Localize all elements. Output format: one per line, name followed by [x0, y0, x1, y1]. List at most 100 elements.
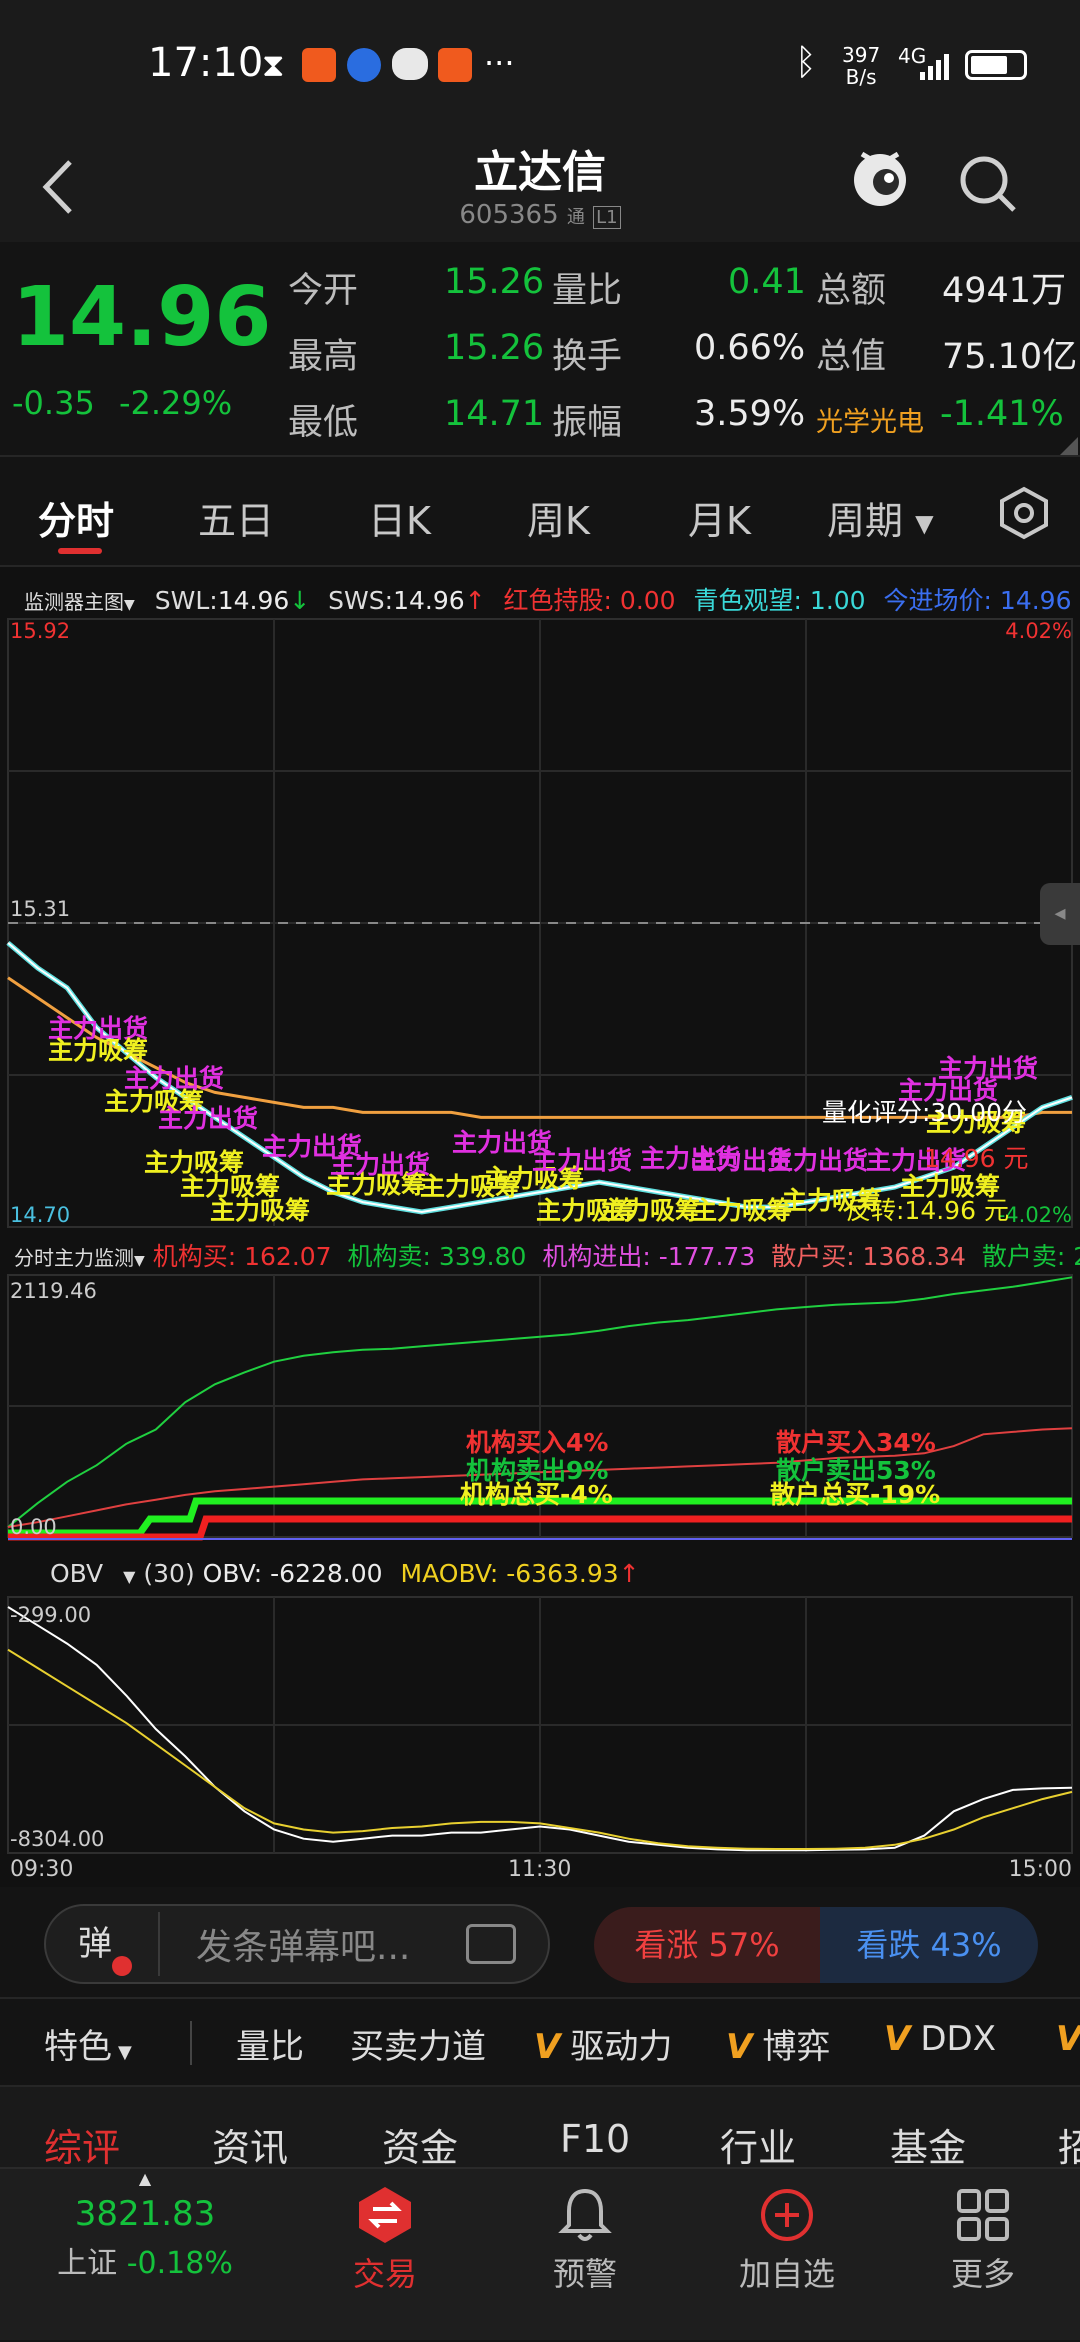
open-value: 15.26 [444, 262, 545, 302]
turnover-label: 换手 [552, 337, 623, 377]
maobv-value: MAOBV: -6363.93 [400, 1559, 619, 1588]
feature-driving-force[interactable]: V 驱动力 [534, 2019, 672, 2068]
vip-v-icon: V [534, 2027, 561, 2067]
index-name: 上证 [57, 2246, 118, 2281]
content-tab-review[interactable]: 综评 [44, 2117, 120, 2172]
quote-row-3: 最低 14.71 振幅 3.59% 光学光电 -1.41% [288, 394, 1078, 450]
caret-icon[interactable]: ▼ [123, 1567, 135, 1586]
stock-code: 605365 [459, 200, 559, 230]
bear-button[interactable]: 看跌 43% [820, 1907, 1038, 1983]
feature-divider [190, 2021, 192, 2065]
search-icon[interactable] [956, 148, 1020, 218]
change-value: -0.35 [12, 384, 95, 422]
tab-period[interactable]: 周期 ▼ [827, 490, 934, 545]
crosshair-handle[interactable]: ◂ [1040, 883, 1080, 945]
nav-trade[interactable]: 交易 [320, 2179, 450, 2295]
status-bar: 17:10 ⧗ ··· ᛒ 397 B/s 4G [0, 0, 1080, 130]
amount-label: 总额 [816, 271, 887, 311]
bulb-notification-icon [347, 48, 381, 82]
tab-daily-k[interactable]: 日K [368, 490, 431, 545]
index-value: 3821.83 [74, 2194, 216, 2234]
special-dropdown[interactable]: 特色 ▼ [44, 2019, 132, 2068]
danmu-settings-icon[interactable] [466, 1924, 516, 1964]
ddx-label: DDX [920, 2019, 996, 2059]
retail-sell: 散户卖: 2 [981, 1242, 1080, 1271]
top-price-label: 15.92 [10, 619, 71, 643]
content-tab-funds[interactable]: 资金 [382, 2117, 458, 2172]
signal-icon [918, 48, 956, 82]
fund-monitor-name[interactable]: 分时主力监测 [14, 1246, 134, 1270]
sector-change[interactable]: -1.41% [940, 394, 1064, 434]
settings-hex-icon[interactable] [996, 485, 1052, 541]
active-tab-indicator [58, 548, 102, 554]
caret-icon[interactable]: ▼ [134, 1253, 145, 1269]
feature-buy-sell-power[interactable]: 买卖力道 [350, 2019, 486, 2068]
content-tab-fund[interactable]: 基金 [890, 2117, 966, 2172]
index-change: -0.18% [126, 2246, 233, 2281]
sector-label[interactable]: 光学光电 [816, 400, 924, 439]
retail-buy: 散户买: 1368.34 [771, 1242, 966, 1271]
nav-add-watch[interactable]: 加自选 [712, 2179, 862, 2295]
game-label: 博弈 [762, 2027, 831, 2067]
mascot-icon[interactable] [848, 142, 912, 212]
tab-five-day[interactable]: 五日 [198, 490, 274, 545]
obv-period: (30) [143, 1559, 195, 1588]
danmu-toggle-icon[interactable]: 弹 [52, 1912, 160, 1976]
bluetooth-icon: ᛒ [795, 42, 817, 83]
inst-sell: 机构卖: 339.80 [347, 1242, 527, 1271]
nav-more[interactable]: 更多 [918, 2179, 1048, 2295]
wechat-icon [392, 48, 428, 80]
special-label: 特色 [44, 2027, 112, 2067]
obv-top-label: -299.00 [10, 1603, 92, 1627]
top-pct-label: 4.02% [1005, 619, 1072, 643]
feature-ddx[interactable]: V DDX [884, 2019, 996, 2059]
grid-icon [957, 2189, 1009, 2241]
nav-trade-label: 交易 [352, 2255, 417, 2293]
high-value: 15.26 [444, 328, 545, 368]
content-tab-more[interactable]: 招 [1058, 2117, 1080, 2172]
danmu-input-box[interactable]: 弹 发条弹幕吧... [44, 1904, 550, 1984]
inst-total: 机构总买-4% [460, 1480, 613, 1509]
feature-volume-ratio[interactable]: 量比 [236, 2019, 304, 2068]
bottom-area: 综评 资讯 资金 F10 行业 基金 招 ▲ 3821.83 上证 -0.18%… [0, 2087, 1080, 2340]
feature-game[interactable]: V 博弈 [726, 2019, 830, 2068]
trade-icon [359, 2187, 411, 2243]
tab-monthly-k[interactable]: 月K [688, 490, 751, 545]
add-circle-icon [761, 2189, 813, 2241]
tab-intraday[interactable]: 分时 [38, 490, 114, 545]
expand-corner-icon[interactable] [1060, 437, 1078, 455]
vip-v-icon: V [726, 2027, 753, 2067]
obv-name[interactable]: OBV [50, 1559, 103, 1588]
change-pct: -2.29% [118, 384, 233, 422]
danmu-placeholder: 发条弹幕吧... [196, 1927, 411, 1968]
bull-button[interactable]: 看涨 57% [594, 1907, 820, 1983]
fund-top-label: 2119.46 [10, 1279, 97, 1303]
more-notifications: ··· [484, 44, 515, 82]
inst-net: 机构进出: -177.73 [542, 1242, 756, 1271]
nav-alert-label: 预警 [552, 2255, 617, 2293]
content-tab-industry[interactable]: 行业 [720, 2117, 796, 2172]
bell-icon [558, 2188, 612, 2241]
feature-bar: 特色 ▼ 量比 买卖力道 V 驱动力 V 博弈 V DDX V [0, 1997, 1080, 2087]
obv-value: OBV: -6228.00 [202, 1559, 383, 1588]
high-label: 最高 [288, 337, 359, 377]
time-start: 09:30 [10, 1857, 74, 1882]
nav-more-label: 更多 [950, 2255, 1015, 2293]
content-tab-news[interactable]: 资讯 [212, 2117, 288, 2172]
tong-badge: 通 [566, 207, 585, 228]
driving-force-label: 驱动力 [570, 2027, 673, 2067]
market-cap-value: 75.10亿 [942, 337, 1078, 377]
feature-more-v[interactable]: V [1056, 2019, 1080, 2059]
chart-svg [6, 618, 1073, 1854]
tab-weekly-k[interactable]: 周K [527, 490, 590, 545]
nav-add-label: 加自选 [738, 2255, 835, 2293]
danmu-icon-text: 弹 [78, 1924, 112, 1964]
retail-total: 散户总买-19% [770, 1480, 941, 1509]
fund-monitor-legend: 分时主力监测▼ 机构买: 162.07 机构卖: 339.80 机构进出: -1… [0, 1229, 1080, 1275]
amplitude-label: 振幅 [552, 403, 623, 443]
chart-area: 监测器主图▼ SWL:14.96↓ SWS:14.96↑ 红色持股: 0.00 … [0, 567, 1080, 1887]
content-tab-f10[interactable]: F10 [560, 2117, 630, 2161]
nav-alert[interactable]: 预警 [520, 2179, 650, 2295]
index-ticker[interactable]: ▲ 3821.83 上证 -0.18% [0, 2169, 290, 2342]
vip-v-icon: V [884, 2019, 911, 2059]
